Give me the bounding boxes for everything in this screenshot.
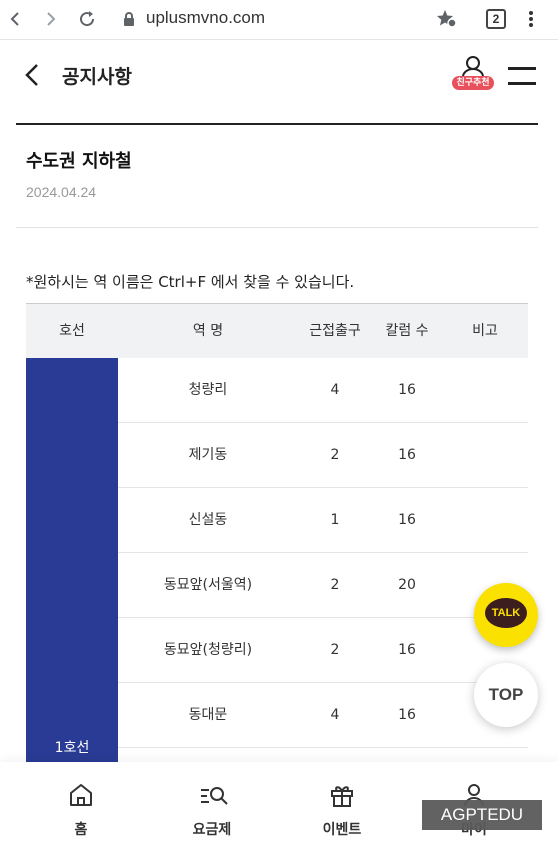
table-header: 호선 역 명 근접출구 칼럼 수 비고 <box>26 303 528 358</box>
scroll-top-button[interactable]: TOP <box>474 663 538 727</box>
exit-cell: 1 <box>330 512 340 528</box>
search-hint-text: *원하시는 역 이름은 Ctrl+F 에서 찾을 수 있습니다. <box>26 273 355 291</box>
bookmark-star-icon[interactable] <box>434 6 460 32</box>
exit-cell: 4 <box>330 707 340 723</box>
station-table: 호선 역 명 근접출구 칼럼 수 비고 1호선 청량리 4 16 제기동 2 16 신설동 1… <box>26 303 528 778</box>
hamburger-menu-icon[interactable] <box>508 66 536 86</box>
nav-home[interactable]: 홈 <box>31 762 131 852</box>
line-label: 1호선 <box>54 740 90 756</box>
tab-count-button[interactable]: 2 <box>486 9 506 29</box>
station-cell: 동묘앞(서울역) <box>163 577 253 593</box>
notice-divider <box>16 227 538 228</box>
home-icon <box>70 784 92 806</box>
talk-label: TALK <box>485 598 527 628</box>
table-row: 동묘앞(서울역) 2 20 <box>118 553 528 618</box>
user-icon <box>462 56 484 78</box>
columns-cell: 16 <box>398 512 416 528</box>
nav-event-label: 이벤트 <box>322 822 362 838</box>
header-exit: 근접출구 <box>309 323 361 339</box>
page-title: 공지사항 <box>62 66 132 88</box>
notice-date: 2024.04.24 <box>26 184 97 200</box>
station-cell: 신설동 <box>188 512 228 528</box>
nav-plan-label: 요금제 <box>192 822 232 838</box>
note-cell <box>442 358 528 422</box>
lock-icon <box>116 6 142 32</box>
note-cell <box>442 423 528 487</box>
table-row: 신설동 1 16 <box>118 488 528 553</box>
nav-plan[interactable]: 요금제 <box>162 762 262 852</box>
header-note: 비고 <box>472 323 498 339</box>
gift-icon <box>331 786 353 807</box>
url-field[interactable]: uplusmvno.com <box>146 8 265 28</box>
columns-cell: 20 <box>398 577 416 593</box>
note-cell <box>442 488 528 552</box>
page-header: 공지사항 친구추천 <box>0 40 558 124</box>
back-button[interactable] <box>20 62 46 88</box>
nav-home-label: 홈 <box>74 822 88 838</box>
exit-cell: 2 <box>330 577 340 593</box>
watermark: AGPTEDU <box>422 800 542 830</box>
exit-cell: 2 <box>330 447 340 463</box>
columns-cell: 16 <box>398 382 416 398</box>
browser-menu-icon[interactable] <box>518 6 544 32</box>
columns-cell: 16 <box>398 642 416 658</box>
header-divider <box>16 123 538 125</box>
table-row: 동대문 4 16 <box>118 683 528 748</box>
kakao-talk-button[interactable]: TALK <box>474 583 538 647</box>
station-cell: 청량리 <box>188 382 228 398</box>
browser-reload-icon[interactable] <box>74 6 100 32</box>
notice-title: 수도권 지하철 <box>26 151 132 172</box>
station-cell: 동대문 <box>188 707 228 723</box>
friend-referral-button[interactable]: 친구추천 <box>452 56 494 96</box>
header-columns: 칼럼 수 <box>385 323 429 339</box>
table-row: 동묘앞(청량리) 2 16 <box>118 618 528 683</box>
station-cell: 동묘앞(청량리) <box>163 642 253 658</box>
friend-referral-badge: 친구추천 <box>452 76 494 90</box>
line-cell: 1호선 <box>26 358 118 778</box>
table-row: 제기동 2 16 <box>118 423 528 488</box>
exit-cell: 2 <box>330 642 340 658</box>
columns-cell: 16 <box>398 707 416 723</box>
header-line: 호선 <box>59 323 85 339</box>
browser-forward-icon[interactable] <box>38 6 64 32</box>
columns-cell: 16 <box>398 447 416 463</box>
header-station: 역 명 <box>192 323 224 339</box>
browser-back-icon[interactable] <box>2 6 28 32</box>
nav-event[interactable]: 이벤트 <box>292 762 392 852</box>
browser-toolbar: uplusmvno.com 2 <box>0 0 558 40</box>
plan-search-icon <box>201 787 228 805</box>
exit-cell: 4 <box>330 382 340 398</box>
station-cell: 제기동 <box>188 447 228 463</box>
table-row: 청량리 4 16 <box>118 358 528 423</box>
